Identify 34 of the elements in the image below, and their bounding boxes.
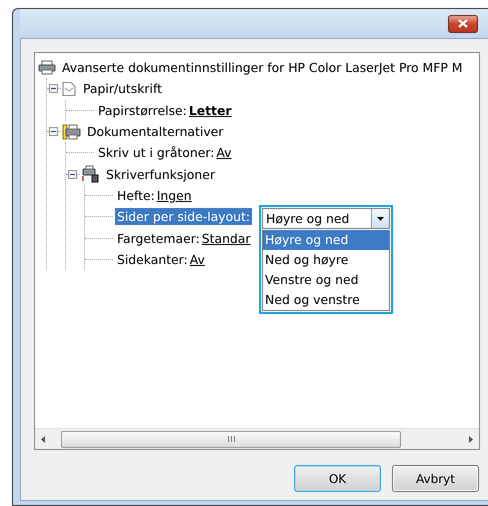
caret-icon <box>377 216 384 221</box>
collapse-toggle[interactable] <box>49 84 58 94</box>
close-icon <box>458 19 468 28</box>
scroll-right-icon[interactable] <box>469 436 473 442</box>
setting-label[interactable]: Papirstørrelse: <box>96 102 189 119</box>
tree-node-label[interactable]: Dokumentalternativer <box>85 123 226 140</box>
setting-label[interactable]: Hefte: <box>115 186 157 204</box>
setting-label[interactable]: Skriv ut i gråtoner: <box>96 144 216 162</box>
scroll-left-icon[interactable] <box>41 436 45 442</box>
layout-combo-box[interactable]: Høyre og ned <box>262 208 390 230</box>
setting-value[interactable]: Standar <box>202 230 250 246</box>
setting-value[interactable]: Av <box>190 252 205 267</box>
printer-icon <box>38 60 56 76</box>
collapse-toggle[interactable] <box>68 170 77 179</box>
dialog-button[interactable]: Avbryt <box>392 465 479 492</box>
scroll-thumb[interactable] <box>61 430 401 448</box>
setting-label[interactable]: Sider per side-layout: <box>115 208 252 226</box>
printer-folder-icon <box>61 122 81 141</box>
dialog-button[interactable]: OK <box>294 465 381 492</box>
setting-label[interactable]: Sidekanter: <box>115 250 190 268</box>
setting-value[interactable]: Av <box>216 145 232 160</box>
setting-label[interactable]: Fargetemaer: <box>115 230 202 247</box>
collapse-toggle[interactable] <box>49 127 58 136</box>
tree-node-label[interactable]: Avanserte dokumentinnstillinger for HP Color LaserJet Pro MFP M <box>60 59 464 76</box>
combo-value: Høyre og ned <box>266 211 350 226</box>
dropdown-button[interactable] <box>371 209 390 228</box>
close-button[interactable] <box>448 14 478 32</box>
dropdown-option[interactable]: Høyre og ned <box>263 230 390 250</box>
setting-value[interactable]: Letter <box>188 102 232 118</box>
printer-tools-icon <box>80 165 100 184</box>
tree-node-label[interactable]: Papir/utskrift <box>81 80 164 98</box>
tree-node-label[interactable]: Skriverfunksjoner <box>104 166 217 183</box>
document-icon <box>61 80 77 97</box>
setting-value[interactable]: Ingen <box>156 188 192 203</box>
